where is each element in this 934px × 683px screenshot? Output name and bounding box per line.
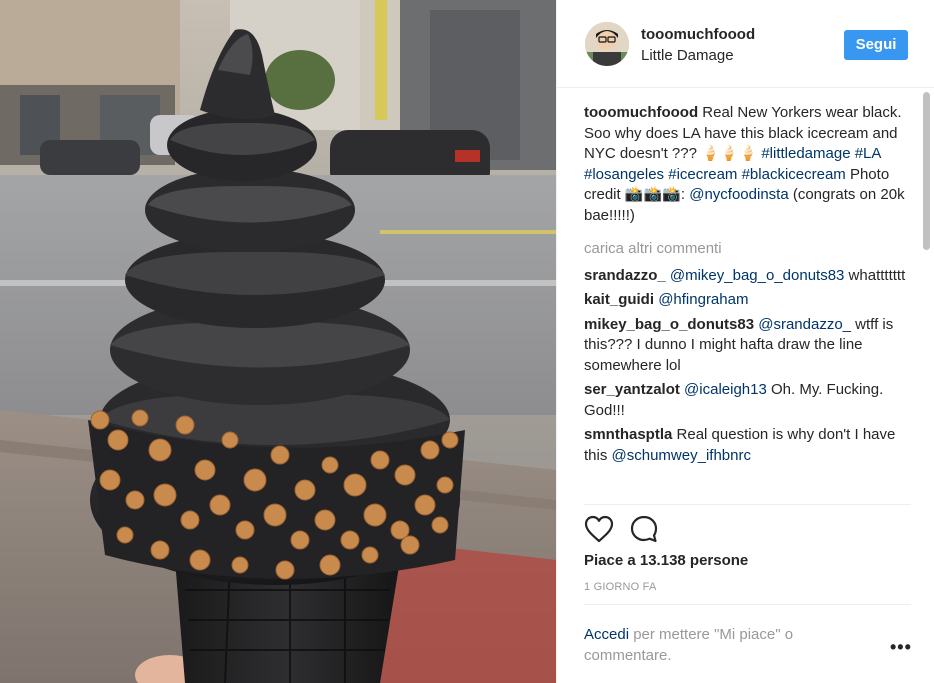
comment-text: whattttttt xyxy=(844,266,906,284)
comment-bubble-icon[interactable] xyxy=(629,514,659,544)
follow-button[interactable]: Segui xyxy=(844,30,908,60)
comment-item: kait_guidi @hfingraham xyxy=(584,290,918,311)
instagram-post-window: tooomuchfoood Little Damage Segui tooomu… xyxy=(0,0,934,683)
comment-item: ser_yantzalot @icaleigh13 Oh. My. Fuckin… xyxy=(584,380,918,421)
login-prompt: Accedi per mettere "Mi piace" o commenta… xyxy=(584,624,864,666)
comment-item: srandazzo_ @mikey_bag_o_donuts83 whatttt… xyxy=(584,266,918,287)
comment-item: mikey_bag_o_donuts83 @srandazzo_ wtff is… xyxy=(584,315,918,377)
caption-mention[interactable]: @nycfoodinsta xyxy=(689,186,788,203)
post-photo[interactable] xyxy=(0,0,556,683)
comment-mention[interactable]: @srandazzo_ xyxy=(758,316,851,333)
comment-username[interactable]: mikey_bag_o_donuts83 xyxy=(584,316,754,333)
divider xyxy=(584,604,911,605)
more-options-icon[interactable]: ••• xyxy=(890,638,912,656)
post-header: tooomuchfoood Little Damage Segui xyxy=(557,0,934,88)
comment-mention[interactable]: @schumwey_ifhbnrc xyxy=(612,447,751,464)
comment-mention[interactable]: @icaleigh13 xyxy=(684,381,767,398)
caption: tooomuchfoood Real New Yorkers wear blac… xyxy=(584,103,918,226)
avatar-image xyxy=(585,22,629,66)
load-more-comments-link[interactable]: carica altri commenti xyxy=(584,239,918,260)
comments-scrollbar[interactable] xyxy=(923,92,930,250)
comment-username[interactable]: ser_yantzalot xyxy=(584,381,680,398)
comment-username[interactable]: kait_guidi xyxy=(584,291,654,308)
post-timestamp[interactable]: 1 GIORNO FA xyxy=(584,581,657,593)
comment-username[interactable]: smnthasptla xyxy=(584,426,672,443)
user-avatar[interactable] xyxy=(585,22,629,66)
comment-item: smnthasptla Real question is why don't I… xyxy=(584,425,918,466)
caption-username[interactable]: tooomuchfoood xyxy=(584,104,698,121)
post-sidebar: tooomuchfoood Little Damage Segui tooomu… xyxy=(556,0,934,683)
comment-mention[interactable]: @hfingraham xyxy=(658,291,748,308)
post-author-username[interactable]: tooomuchfoood xyxy=(641,26,755,43)
comment-username[interactable]: srandazzo_ xyxy=(584,267,666,284)
likes-count[interactable]: Piace a 13.138 persone xyxy=(584,552,748,569)
divider xyxy=(584,504,911,505)
login-link[interactable]: Accedi xyxy=(584,626,629,643)
post-location[interactable]: Little Damage xyxy=(641,47,734,64)
comment-mention[interactable]: @mikey_bag_o_donuts83 xyxy=(670,267,845,284)
heart-icon[interactable] xyxy=(584,515,614,543)
black-ice-cream-photo xyxy=(0,0,556,683)
comments-list: tooomuchfoood Real New Yorkers wear blac… xyxy=(584,103,918,503)
